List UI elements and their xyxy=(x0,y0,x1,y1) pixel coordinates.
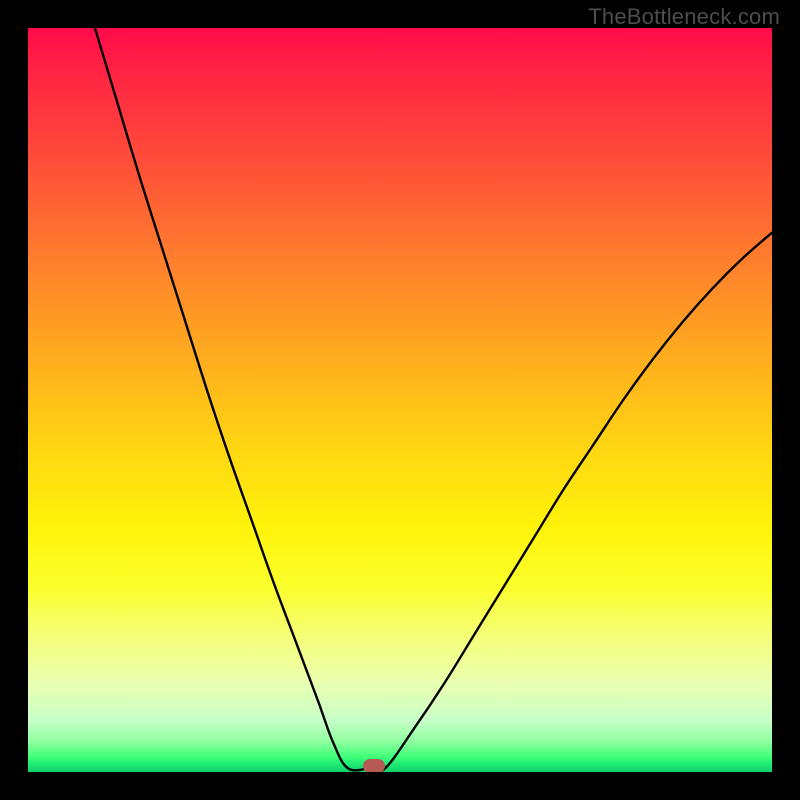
bottleneck-curve xyxy=(28,28,772,772)
plot-area xyxy=(28,28,772,772)
chart-frame: TheBottleneck.com xyxy=(0,0,800,800)
optimal-point-marker xyxy=(363,759,385,772)
watermark-text: TheBottleneck.com xyxy=(588,4,780,30)
